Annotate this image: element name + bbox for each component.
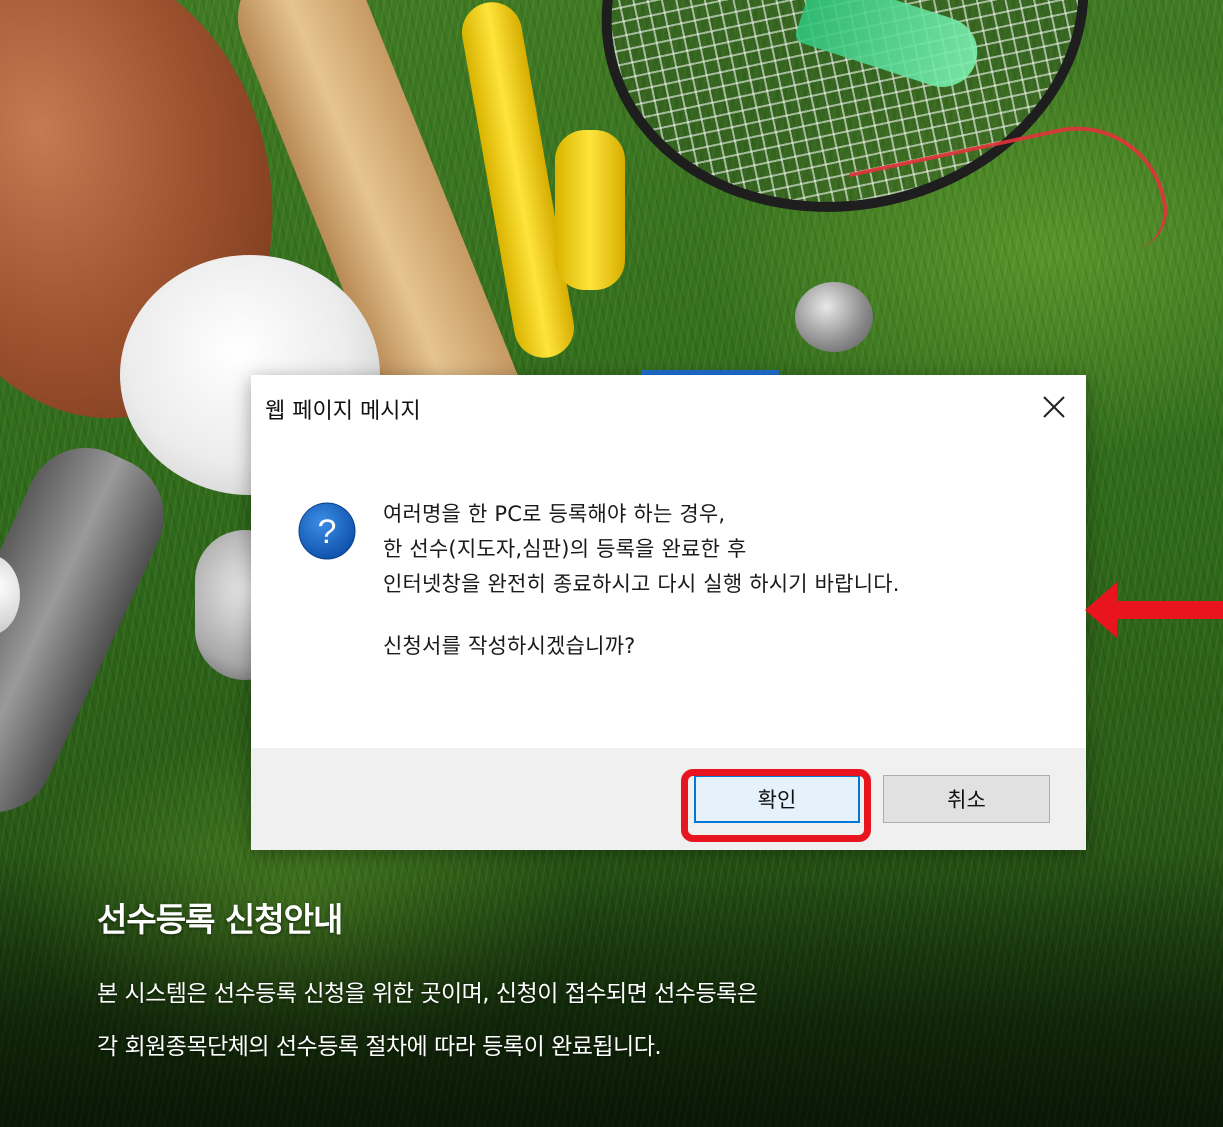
message-gap bbox=[383, 602, 900, 629]
jump-rope-handle-2 bbox=[555, 130, 625, 290]
close-icon bbox=[1043, 396, 1065, 418]
message-line: 여러명을 한 PC로 등록해야 하는 경우, bbox=[383, 502, 726, 526]
close-button[interactable] bbox=[1034, 387, 1074, 427]
dialog-title: 웹 페이지 메시지 bbox=[265, 399, 421, 424]
ok-button-highlight bbox=[681, 769, 871, 842]
question-icon: ? bbox=[298, 502, 356, 560]
red-arrow-icon bbox=[1085, 582, 1223, 638]
cancel-button[interactable]: 취소 bbox=[883, 775, 1050, 823]
page-description-line: 각 회원종목단체의 선수등록 절차에 따라 등록이 완료됩니다. bbox=[97, 1034, 662, 1060]
whistle bbox=[795, 282, 873, 352]
question-glyph: ? bbox=[318, 513, 337, 551]
page-description: 본 시스템은 선수등록 신청을 위한 곳이며, 신청이 접수되면 선수등록은 각… bbox=[97, 968, 758, 1074]
page-title: 선수등록 신청안내 bbox=[97, 900, 343, 939]
message-line: 인터넷창을 완전히 종료하시고 다시 실행 하시기 바랍니다. bbox=[383, 572, 900, 596]
dialog-button-bar: 확인 취소 bbox=[251, 748, 1086, 850]
message-line: 한 선수(지도자,심판)의 등록을 완료한 후 bbox=[383, 537, 747, 561]
message-question: 신청서를 작성하시겠습니까? bbox=[383, 634, 636, 658]
dialog-message: 여러명을 한 PC로 등록해야 하는 경우, 한 선수(지도자,심판)의 등록을… bbox=[383, 497, 900, 664]
web-page-message-dialog: 웹 페이지 메시지 ? 여러명을 한 PC로 등록해야 하는 경우, 한 선수(… bbox=[251, 375, 1086, 850]
page-description-line: 본 시스템은 선수등록 신청을 위한 곳이며, 신청이 접수되면 선수등록은 bbox=[97, 981, 758, 1007]
